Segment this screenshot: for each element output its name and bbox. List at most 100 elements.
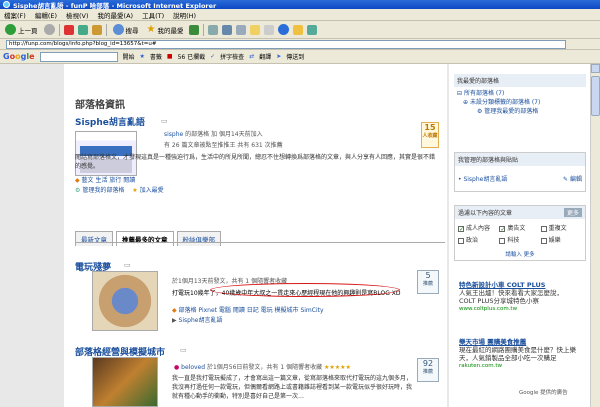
google-search-input[interactable] — [39, 51, 118, 62]
rating-stars-icon: ★★★★★ — [324, 364, 351, 371]
article2-meta-row: ● beloved 於1個月56日前發文，共有 1 個隨響者收藏 ★★★★★ — [174, 364, 351, 371]
spellcheck-button[interactable]: 拼字檢查 — [220, 52, 244, 61]
menu-bar: 檔案(F) 編輯(E) 檢視(V) 我的最愛(A) 工具(T) 說明(H) — [0, 9, 600, 21]
favorites-count-badge: 15 人收藏 — [421, 122, 439, 148]
address-bar: http://funp.com/blogs/info.php?blog_id=1… — [0, 39, 600, 50]
filter-adult[interactable]: 成人內容 — [458, 223, 499, 232]
filter-hint[interactable]: 請輸入 更多 — [455, 248, 585, 260]
stop-icon[interactable] — [63, 24, 74, 35]
discuss-icon[interactable] — [264, 24, 275, 35]
filter-duplicate[interactable]: 重複文 — [540, 223, 582, 232]
all-blogs-link[interactable]: ⊟ 所有部落格 (7) — [457, 89, 583, 98]
ie-icon — [3, 1, 10, 8]
article2-author[interactable]: beloved — [181, 364, 205, 371]
ad1-body: 人氣王出爐！快來看看大家怎麼說，COLT PLUS分享城特色小察 — [459, 289, 563, 305]
tag-icon: ◆ — [75, 177, 80, 184]
tab-fan-club[interactable]: 粉絲俱樂部 — [176, 231, 221, 246]
history-icon[interactable] — [189, 24, 200, 35]
article2-body: 我一直是我打電玩擬成了，才會寫出這一篇文章，從寫部落格來取代打電玩的這九個多月，… — [172, 375, 413, 400]
menu-edit[interactable]: 編輯(E) — [35, 10, 57, 20]
popup-blocked-count[interactable]: 56 已攔截 — [178, 52, 206, 61]
ad2-url[interactable]: rakuten.com.tw — [459, 362, 577, 370]
article1-recommend-badge[interactable]: 5 推薦 — [417, 270, 439, 294]
favorite-blogs-box: 我最愛的部落格 ⊟ 所有部落格 (7) ⊕ 未設分類標籤的部落格 (7) ⚙ 管… — [454, 74, 586, 118]
rss-icon[interactable]: ▭ — [124, 261, 131, 269]
rss-icon[interactable]: ▭ — [161, 117, 168, 125]
filter-tech[interactable]: 科技 — [499, 235, 540, 244]
google-start-button[interactable]: 開始 — [123, 52, 135, 61]
rss-icon[interactable]: ▭ — [180, 346, 187, 354]
star-icon: ★ — [146, 24, 156, 35]
filter-ads[interactable]: 廣告文 — [499, 223, 540, 232]
translate-button[interactable]: 翻譯 — [259, 52, 271, 61]
search-button[interactable]: 搜尋 — [111, 23, 141, 36]
translate-icon: ⇄ — [249, 53, 255, 60]
google-toolbar: Google 開始 ★ 書籤 ■ 56 已攔截 ✓ 拼字檢查 ⇄ 翻譯 ➤ 傳送… — [0, 50, 600, 64]
scroll-thumb[interactable] — [591, 76, 600, 116]
uncategorized-link[interactable]: ⊕ 未設分類標籤的部落格 (7) — [457, 98, 583, 107]
article-tabs: 最新文章 推薦最多的文章 粉絲俱樂部 — [75, 231, 221, 246]
managed-blogs-header: 我管理的部落格與貼贴 — [455, 153, 585, 166]
blog-tags: ◆ 藝文 生活 旅行 閱讀 — [75, 177, 136, 184]
toolbar-divider — [105, 23, 107, 36]
favorites-button[interactable]: ★ 我的最愛 — [145, 23, 186, 36]
ad-block-2[interactable]: 樂天市場 團購美食推薦 現在最紅的網路團購美食是什麼？快上樂天，人氣銷製品全部小… — [459, 338, 577, 370]
google-ads-label[interactable]: Google 提供的廣告 — [519, 388, 568, 396]
back-button[interactable]: 上一頁 — [3, 23, 40, 36]
add-favorite-link[interactable]: 加入最愛 — [140, 187, 164, 194]
filter-entertainment[interactable]: 娛樂 — [540, 235, 582, 244]
forward-arrow-icon[interactable] — [43, 24, 55, 35]
menu-view[interactable]: 檢視(V) — [66, 10, 89, 20]
add-favorite-icon: ★ — [132, 187, 138, 194]
article1-author[interactable]: Sisphe胡言亂語 — [179, 317, 223, 324]
toolbar-divider — [58, 23, 60, 36]
page-title: 部落格資訊 — [75, 100, 125, 111]
filter-politics[interactable]: 政治 — [458, 235, 499, 244]
bookmark-button[interactable]: 書籤 — [150, 52, 162, 61]
ad1-headline[interactable]: 特色新設計小車 COLT PLUS — [459, 281, 577, 289]
home-icon[interactable] — [91, 24, 102, 35]
sidebar: 我最愛的部落格 ⊟ 所有部落格 (7) ⊕ 未設分類標籤的部落格 (7) ⚙ 管… — [449, 64, 590, 407]
tab-latest[interactable]: 最新文章 — [75, 231, 113, 246]
send-to-button[interactable]: 傳送到 — [286, 52, 304, 61]
address-input[interactable]: http://funp.com/blogs/info.php?blog_id=1… — [6, 39, 566, 49]
blog-title[interactable]: Sisphe胡言亂語 — [75, 115, 145, 128]
blog-actions: ⚙ 管理我的部落格 ★ 加入最愛 — [75, 185, 164, 194]
menu-help[interactable]: 說明(H) — [173, 10, 196, 20]
article1-author-row: ▶ Sisphe胡言亂語 — [172, 315, 222, 324]
ad-block-1[interactable]: 特色新設計小車 COLT PLUS 人氣王出爐！快來看看大家怎麼說，COLT P… — [459, 281, 577, 313]
popup-blocker-icon: ■ — [166, 53, 173, 60]
bluetooth-icon[interactable] — [278, 24, 290, 35]
print-icon[interactable] — [222, 24, 233, 35]
browser-toolbar: 上一頁 搜尋 ★ 我的最愛 — [0, 21, 600, 39]
favorite-blogs-list: ⊟ 所有部落格 (7) ⊕ 未設分類標籤的部落格 (7) ⚙ 管理我最愛的部落格 — [454, 87, 586, 118]
article2-image[interactable] — [92, 357, 158, 407]
messenger-icon[interactable] — [293, 24, 304, 35]
manage-favorites-link[interactable]: ⚙ 管理我最愛的部落格 — [457, 107, 583, 116]
article1-tags: ◆ 部落格 Pixnet 電腦 閱讀 日記 電玩 模擬城市 SimCity — [172, 307, 324, 314]
edit-icon[interactable] — [236, 24, 247, 35]
article2-recommend-badge[interactable]: 92 推薦 — [417, 358, 439, 382]
scroll-up-arrow[interactable] — [591, 64, 600, 73]
folder-icon[interactable] — [250, 24, 261, 35]
send-icon: ➤ — [276, 53, 282, 60]
ad1-url[interactable]: www.coltplus.com.tw — [459, 305, 577, 313]
main-column: 部落格資訊 Sisphe胡言亂語 ▭ sisphe 的部落格 加 個月14天前加… — [64, 64, 447, 407]
owner-link[interactable]: sisphe — [164, 131, 183, 138]
refresh-icon[interactable] — [77, 24, 88, 35]
menu-favorites[interactable]: 我的最愛(A) — [98, 10, 134, 20]
edit-blog-link[interactable]: ✎ 編輯 — [563, 174, 582, 183]
ad2-headline[interactable]: 樂天市場 團購美食推薦 — [459, 338, 577, 346]
article1-image[interactable] — [92, 271, 158, 331]
menu-file[interactable]: 檔案(F) — [4, 10, 26, 20]
tab-underline — [75, 242, 445, 243]
managed-blog-link[interactable]: • Sisphe胡言亂語 — [458, 174, 507, 183]
filter-more-button[interactable]: 更多 — [563, 208, 582, 217]
menu-tools[interactable]: 工具(T) — [142, 10, 164, 20]
mail-icon[interactable] — [208, 24, 219, 35]
filter-header: 過濾以下內容的文章 更多 — [455, 206, 585, 219]
tab-most-recommended[interactable]: 推薦最多的文章 — [116, 231, 174, 246]
vertical-scrollbar[interactable] — [590, 64, 600, 407]
manage-blog-link[interactable]: 管理我的部落格 — [82, 187, 124, 194]
research-icon[interactable] — [307, 24, 318, 35]
